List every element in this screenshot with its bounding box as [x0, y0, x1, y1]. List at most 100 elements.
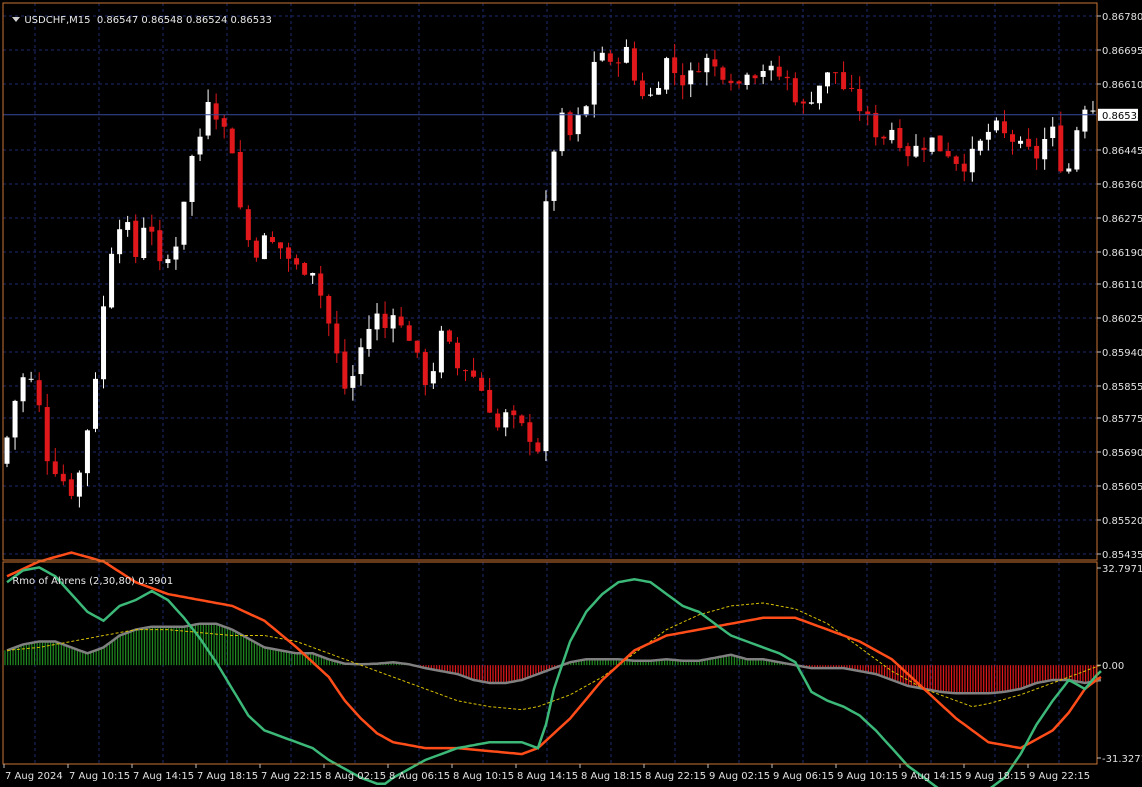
candle-body [607, 53, 613, 62]
candle [294, 254, 300, 270]
candle [841, 61, 847, 91]
candle-body [945, 151, 951, 157]
candle-body [44, 407, 50, 462]
candle [221, 114, 227, 139]
candle [648, 87, 654, 97]
candle [302, 261, 308, 276]
candle [390, 308, 396, 343]
candle [760, 64, 766, 85]
x-axis-tick-label: 8 Aug 22:15 [645, 771, 706, 782]
candle-body [503, 412, 509, 428]
candle [1034, 138, 1040, 170]
candle-body [648, 94, 654, 96]
candle-body [1074, 130, 1080, 170]
candle-body [366, 328, 372, 349]
candle-body [993, 120, 999, 131]
candle-body [422, 352, 428, 386]
indicator-title[interactable]: Rmo of Ahrens (2,30,80) 0.3901 [6, 565, 173, 587]
y-axis-tick-label: 0.86190 [1102, 248, 1142, 259]
candle-body [278, 242, 283, 249]
indicator-frame [2, 561, 1098, 765]
y-axis-tick-label: 0.85520 [1102, 516, 1142, 527]
chart-frames [2, 2, 1098, 765]
candle [286, 242, 292, 272]
candle [623, 39, 629, 64]
candle-body [4, 437, 10, 464]
main-chart-title[interactable]: USDCHF,M15 0.86547 0.86548 0.86524 0.865… [6, 4, 272, 26]
candle-body [310, 273, 316, 276]
candle-body [680, 75, 686, 86]
candle-body [181, 201, 187, 245]
candle-body [438, 330, 444, 373]
candle [712, 49, 718, 77]
main-chart-frame [2, 2, 1098, 561]
candle-body [656, 87, 662, 95]
candle [1074, 126, 1080, 172]
candle-body [623, 46, 629, 63]
candle-body [857, 88, 863, 112]
indicator-y-tick-label: -31.3271 [1102, 754, 1142, 765]
x-axis-tick-label: 9 Aug 14:15 [901, 771, 962, 782]
candle-body [849, 87, 855, 89]
candle [784, 70, 790, 91]
candle [141, 217, 147, 260]
candle [438, 325, 444, 379]
candle-body [318, 273, 324, 296]
candle [261, 233, 267, 260]
y-axis-tick-label: 0.85690 [1102, 448, 1142, 459]
candle-body [575, 114, 581, 135]
candle [849, 74, 855, 92]
candle-body [913, 145, 919, 157]
candle [977, 138, 983, 156]
candle-body [125, 222, 131, 230]
candle-body [92, 378, 98, 429]
y-axis-tick-label: 0.86110 [1102, 280, 1142, 291]
candle-body [101, 306, 107, 380]
candle [165, 254, 171, 269]
candle-body [937, 135, 943, 152]
chevron-down-icon[interactable] [12, 17, 21, 22]
candle-body [591, 61, 597, 105]
candle-body [430, 371, 436, 384]
candle-body [905, 146, 911, 157]
candle [808, 91, 814, 105]
candle [664, 56, 670, 94]
candle-body [471, 370, 477, 377]
x-axis-tick-label: 9 Aug 06:15 [773, 771, 834, 782]
x-axis-tick-label: 7 Aug 2024 [5, 771, 63, 782]
candle [149, 214, 155, 246]
candle [471, 357, 477, 379]
candle-body [639, 80, 645, 97]
candle [519, 414, 525, 427]
candle [1082, 105, 1088, 139]
candle-body [776, 66, 782, 77]
candle [704, 53, 710, 86]
candle-body [1034, 145, 1040, 159]
x-axis-tick-label: 9 Aug 18:15 [965, 771, 1026, 782]
candle-body [334, 323, 340, 354]
candle-body [253, 240, 259, 258]
candle-body [358, 347, 364, 375]
candle-body [704, 57, 710, 73]
candle [374, 303, 380, 341]
candle-body [117, 229, 123, 255]
candle-body [12, 400, 18, 438]
candle-body [398, 316, 404, 326]
candle-body [535, 442, 541, 452]
candle [117, 219, 123, 264]
candle-body [583, 106, 589, 116]
x-axis-tick-label: 8 Aug 10:15 [453, 771, 514, 782]
y-axis-tick-label: 0.86695 [1102, 46, 1142, 57]
candle [833, 71, 839, 84]
candle-body [688, 70, 694, 85]
candle [1058, 111, 1064, 173]
symbol-label: USDCHF,M15 [24, 15, 91, 26]
trading-chart-canvas[interactable]: 0.86780 0.86695 0.86610 0.86445 0.86360 0.862… [0, 0, 1142, 787]
x-axis-tick-label: 9 Aug 10:15 [837, 771, 898, 782]
x-axis-tick-label: 8 Aug 02:15 [325, 771, 386, 782]
candle [101, 295, 107, 389]
candle [133, 214, 139, 264]
y-axis-tick-label: 0.86275 [1102, 214, 1142, 225]
candle-body [889, 129, 895, 141]
x-axis-tick-label: 7 Aug 14:15 [133, 771, 194, 782]
